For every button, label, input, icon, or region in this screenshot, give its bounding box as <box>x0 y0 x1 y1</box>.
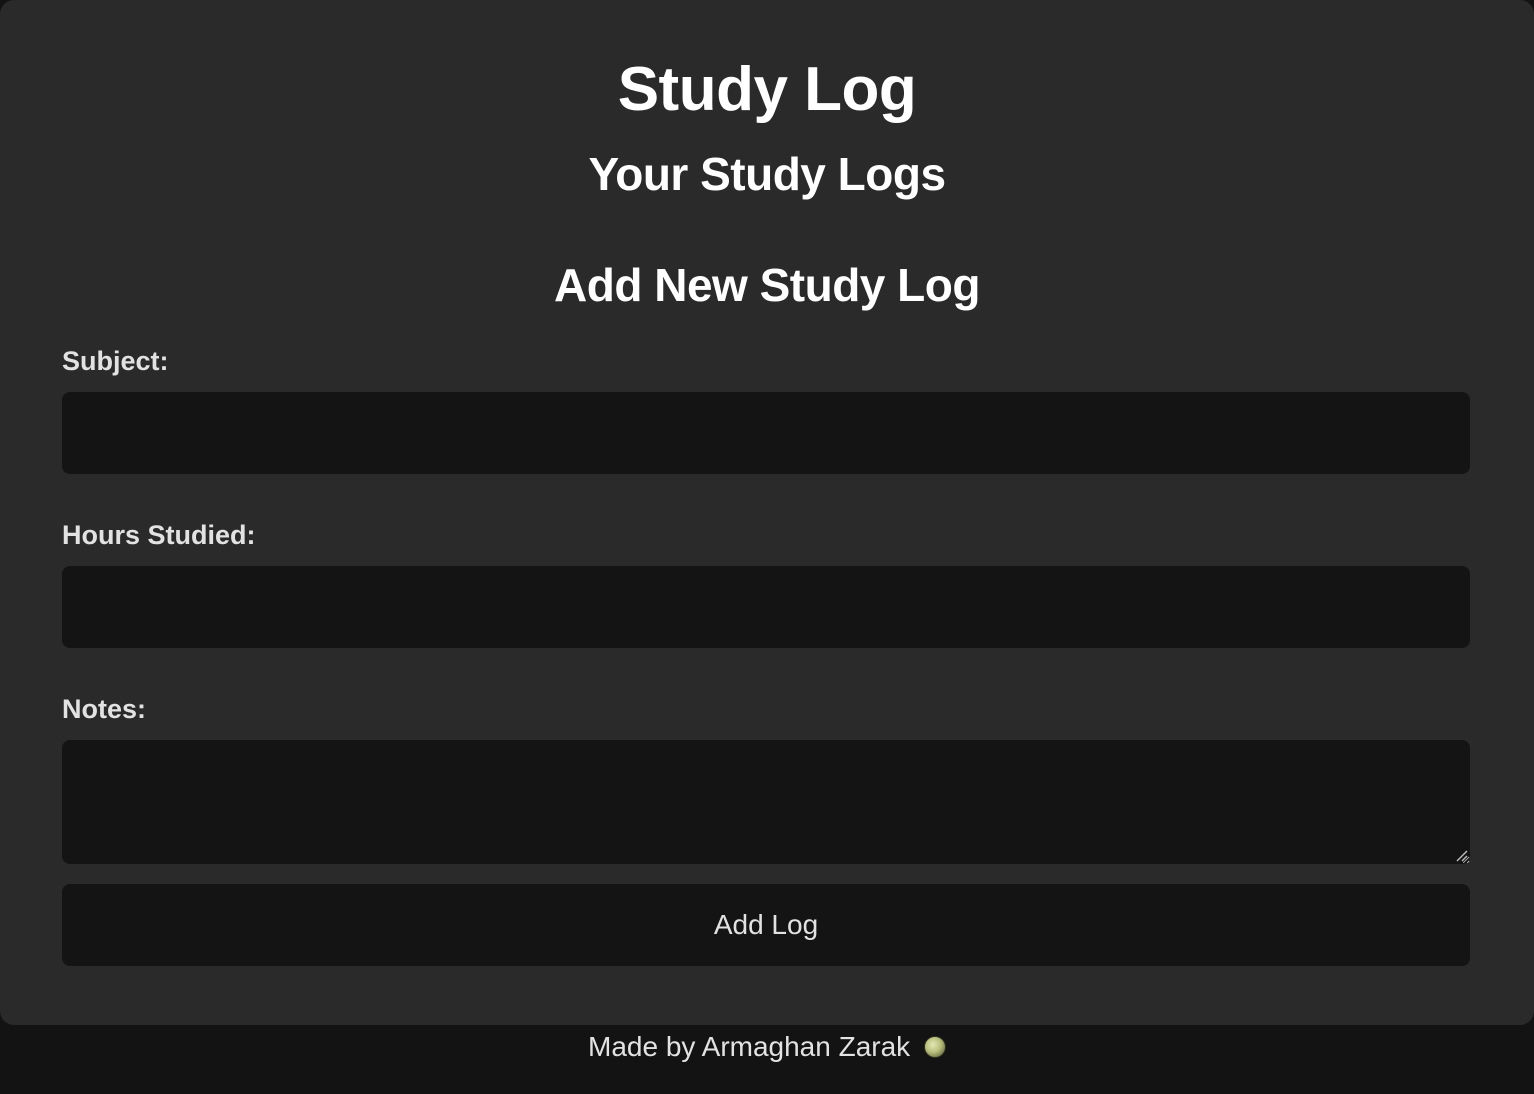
hours-input[interactable] <box>62 566 1470 648</box>
notes-textarea[interactable] <box>62 740 1470 864</box>
page-title: Study Log <box>617 55 917 124</box>
footer: Made by Armaghan Zarak <box>0 1030 1534 1064</box>
form-heading: Add New Study Log <box>554 259 980 311</box>
subject-label: Subject: <box>62 346 169 376</box>
green-orb-icon <box>923 1036 946 1058</box>
study-log-card: Study Log Your Study Logs Add New Study … <box>0 0 1534 1025</box>
subject-input[interactable] <box>62 392 1470 474</box>
footer-credit: Made by Armaghan Zarak <box>588 1031 911 1062</box>
logs-heading: Your Study Logs <box>588 148 946 200</box>
add-log-button[interactable]: Add Log <box>62 884 1470 966</box>
notes-label: Notes: <box>62 694 147 724</box>
hours-label: Hours Studied: <box>62 520 256 550</box>
